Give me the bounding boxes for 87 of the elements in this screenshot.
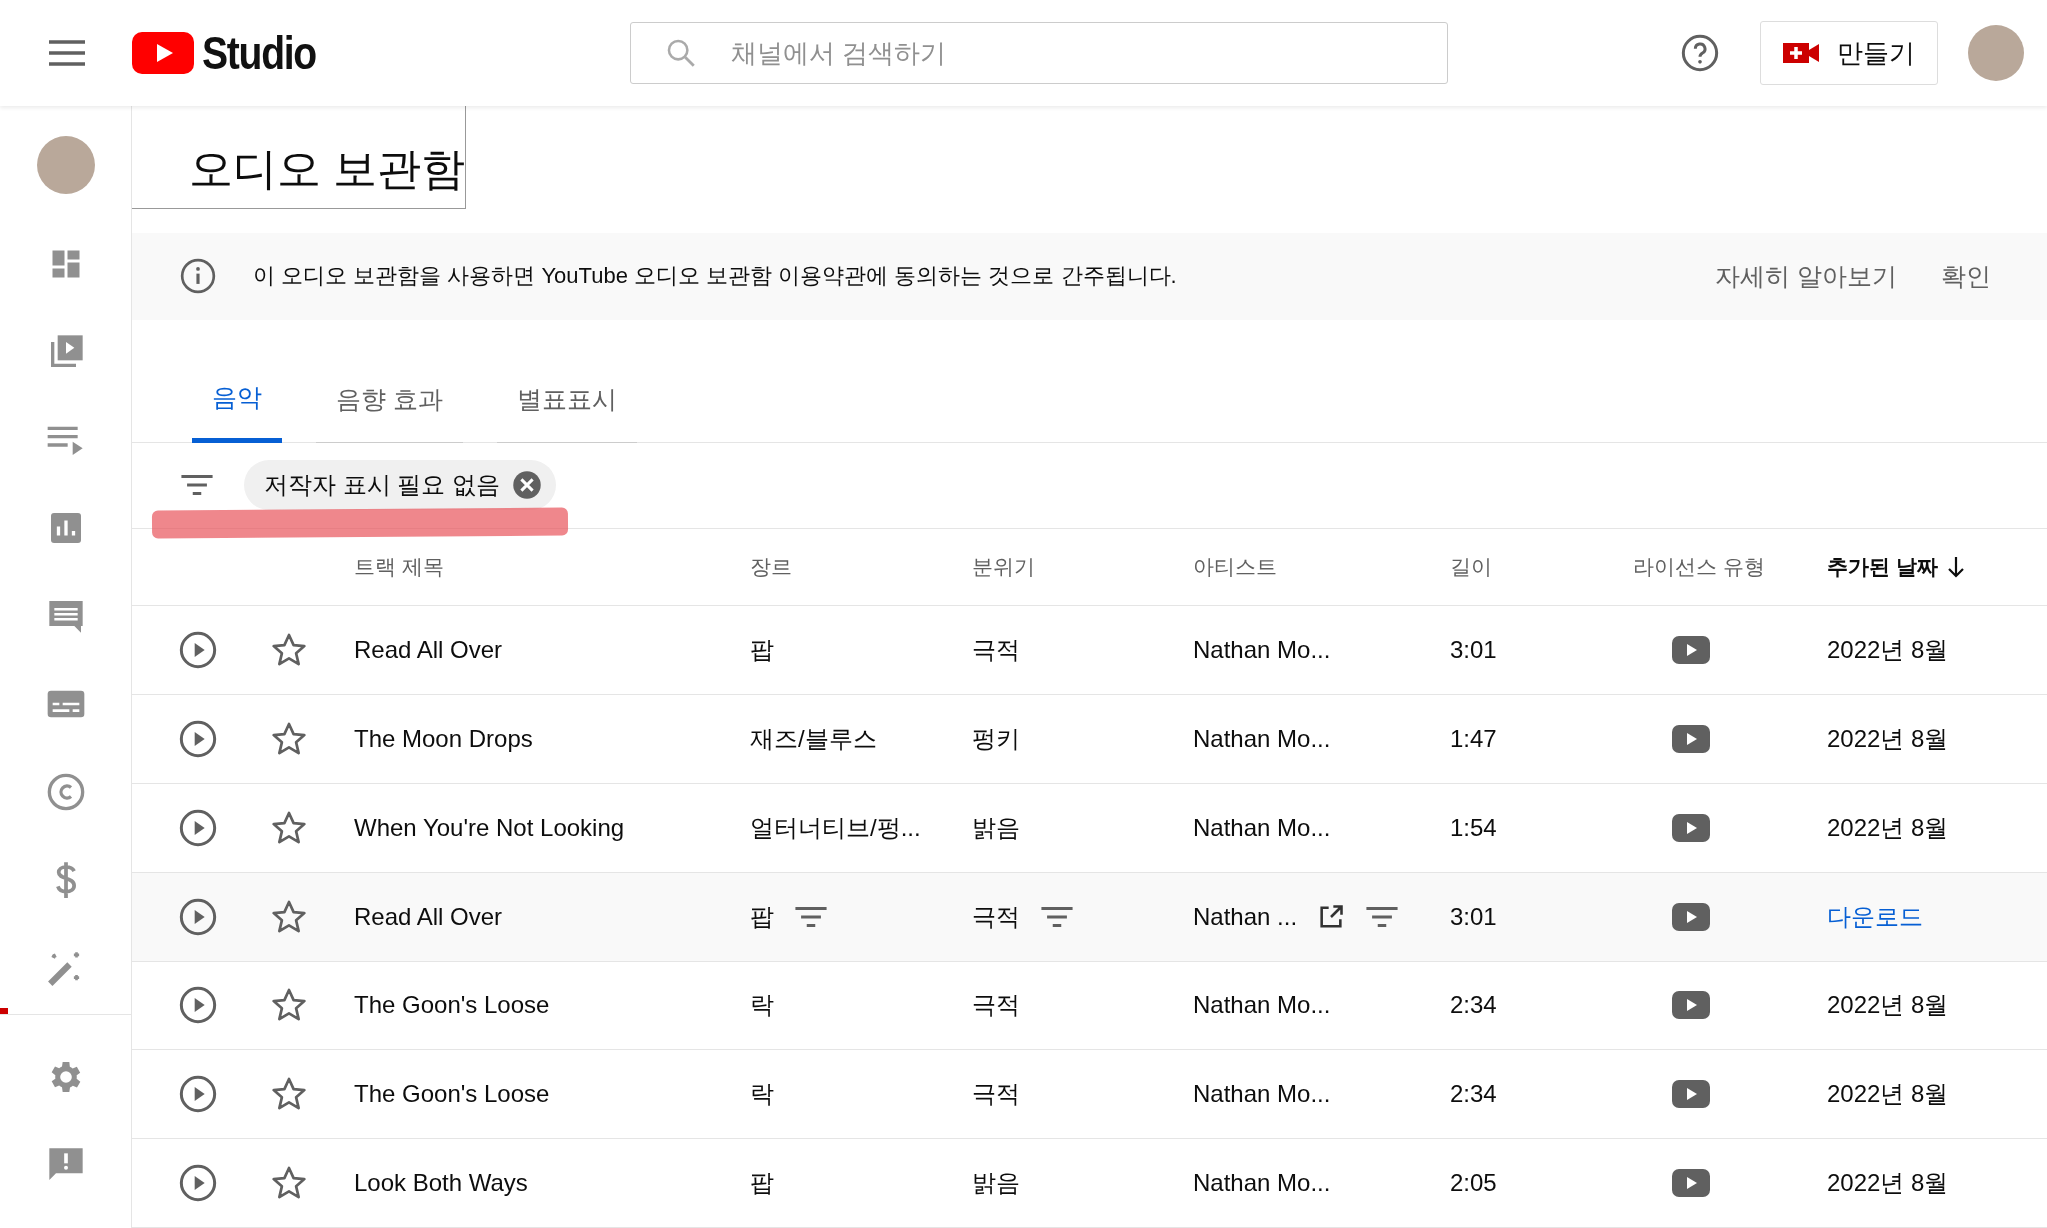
table-cell: Read All Over bbox=[354, 636, 503, 665]
tab[interactable]: 별표표시 bbox=[496, 357, 637, 444]
play-icon[interactable] bbox=[178, 1074, 218, 1115]
external-link-icon[interactable] bbox=[1317, 902, 1346, 931]
table-cell: 2:34 bbox=[1450, 991, 1497, 1020]
create-button[interactable]: 만들기 bbox=[1760, 21, 1939, 85]
column-header: 길이 bbox=[1450, 554, 1492, 581]
table-cell: Look Both Ways bbox=[354, 1169, 528, 1198]
table-cell-text: 팝 bbox=[750, 635, 774, 666]
table-cell: Read All Over bbox=[354, 902, 503, 931]
table-cell-text: 락 bbox=[750, 1079, 774, 1110]
table-cell: Nathan ... bbox=[1193, 902, 1298, 931]
column-header: 분위기 bbox=[972, 554, 1035, 581]
download-link[interactable]: 다운로드 bbox=[1827, 900, 1923, 933]
youtube-icon bbox=[1672, 1080, 1710, 1109]
video-camera-plus-icon bbox=[1783, 41, 1820, 65]
table-cell-text: 극적 bbox=[972, 635, 1020, 666]
table-cell-text: 팝 bbox=[750, 1168, 774, 1199]
tab[interactable]: 음악 bbox=[192, 357, 282, 444]
table-cell: 1:47 bbox=[1450, 725, 1497, 753]
column-header: 트랙 제목 bbox=[354, 554, 444, 581]
table-cell-text: 극적 bbox=[972, 1079, 1020, 1110]
table-cell-text: 2022년 8월 bbox=[1827, 724, 1949, 754]
table-cell: The Goon's Loose bbox=[354, 991, 550, 1020]
table-cell-text: 2022년 8월 bbox=[1827, 812, 1949, 843]
filter-icon[interactable] bbox=[1040, 904, 1074, 929]
table-cell-text: 팝 bbox=[750, 901, 774, 932]
notice-text: 이 오디오 보관함을 사용하면 YouTube 오디오 보관함 이용약관에 동의하는 것으로 간주됩니다. bbox=[253, 262, 1178, 291]
play-icon[interactable] bbox=[178, 896, 218, 937]
youtube-icon bbox=[1672, 991, 1710, 1020]
table-cell: The Goon's Loose bbox=[354, 1080, 550, 1109]
table-cell-text: 극적 bbox=[972, 990, 1020, 1021]
table-cell-text: 2022년 8월 bbox=[1827, 635, 1949, 666]
table-cell: Nathan Mo... bbox=[1193, 1080, 1331, 1109]
table-cell: Nathan Mo... bbox=[1193, 813, 1331, 842]
table-cell-text: 펑키 bbox=[972, 724, 1020, 754]
youtube-icon bbox=[1672, 636, 1710, 665]
play-icon[interactable] bbox=[178, 630, 218, 671]
tab[interactable]: 음향 효과 bbox=[316, 357, 463, 444]
table-cell: The Moon Drops bbox=[354, 725, 533, 753]
play-icon[interactable] bbox=[178, 807, 218, 848]
table-cell-text: 밝음 bbox=[972, 812, 1020, 843]
sort-arrow-icon[interactable] bbox=[1945, 556, 1966, 579]
help-icon[interactable] bbox=[1680, 33, 1721, 73]
play-icon[interactable] bbox=[178, 985, 218, 1026]
filter-icon[interactable] bbox=[1365, 904, 1400, 929]
table-cell-text: 2022년 8월 bbox=[1827, 1168, 1949, 1199]
remove-filter-icon[interactable] bbox=[512, 470, 542, 501]
play-icon[interactable] bbox=[178, 1163, 218, 1204]
table-cell-text: 2022년 8월 bbox=[1827, 1079, 1949, 1110]
filter-chip[interactable]: 저작자 표시 필요 없음 bbox=[244, 460, 556, 511]
logo-text: Studio bbox=[202, 26, 316, 80]
table-cell: 3:01 bbox=[1450, 636, 1497, 665]
filter-icon[interactable] bbox=[794, 904, 828, 929]
table-cell: Nathan Mo... bbox=[1193, 725, 1331, 753]
table-cell-text: 락 bbox=[750, 990, 774, 1021]
menu-icon[interactable] bbox=[49, 40, 85, 66]
table-cell-text: 재즈/블루스 bbox=[750, 724, 877, 754]
youtube-icon bbox=[1672, 813, 1710, 842]
column-header: 아티스트 bbox=[1193, 554, 1277, 581]
table-cell: 2:05 bbox=[1450, 1169, 1497, 1198]
column-header: 라이선스 유형 bbox=[1633, 554, 1765, 581]
confirm-button[interactable]: 확인 bbox=[1941, 259, 1991, 293]
column-header: 장르 bbox=[750, 554, 792, 581]
youtube-icon bbox=[1672, 725, 1710, 753]
youtube-icon bbox=[1672, 1169, 1710, 1198]
play-icon[interactable] bbox=[178, 719, 218, 759]
table-cell: Nathan Mo... bbox=[1193, 991, 1331, 1020]
table-cell-text: 얼터너티브/펑... bbox=[750, 812, 921, 843]
youtube-icon bbox=[1672, 902, 1710, 931]
table-cell-text: 2022년 8월 bbox=[1827, 990, 1949, 1021]
table-cell: 1:54 bbox=[1450, 813, 1497, 842]
youtube-logo-icon bbox=[132, 32, 194, 74]
search-field[interactable]: 채널에서 검색하기 bbox=[630, 22, 1449, 84]
copyright-icon[interactable] bbox=[45, 772, 86, 812]
column-header[interactable]: 추가된 날짜 bbox=[1827, 553, 1938, 582]
table-cell: 3:01 bbox=[1450, 902, 1497, 931]
table-cell: When You're Not Looking bbox=[354, 813, 625, 842]
table-cell-text: 극적 bbox=[972, 901, 1020, 932]
table-cell: Nathan Mo... bbox=[1193, 636, 1331, 665]
info-icon bbox=[179, 257, 217, 296]
table-cell: 2:34 bbox=[1450, 1080, 1497, 1109]
table-cell-text: 밝음 bbox=[972, 1168, 1020, 1199]
learn-more-button[interactable]: 자세히 알아보기 bbox=[1715, 259, 1897, 293]
filter-icon[interactable] bbox=[180, 473, 214, 498]
table-cell: Nathan Mo... bbox=[1193, 1169, 1331, 1198]
page-title: 오디오 보관함 bbox=[132, 106, 467, 209]
